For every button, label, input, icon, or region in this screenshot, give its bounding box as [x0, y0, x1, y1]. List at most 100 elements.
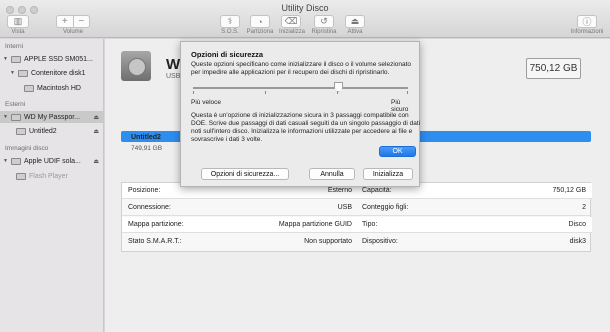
- remove-volume-button[interactable]: −: [72, 16, 90, 27]
- sidebar-item-label: Apple UDIF sola...: [24, 157, 81, 165]
- info-value: Mappa partizione GUID: [278, 221, 352, 228]
- option-description: Questa è un'opzione di inizializzazione …: [191, 112, 421, 143]
- container-icon: [18, 69, 28, 77]
- slider-tick: [337, 91, 338, 94]
- restore-icon: ↺: [320, 16, 328, 26]
- volume-icon: [16, 172, 26, 180]
- sidebar-item-label: APPLE SSD SM051...: [24, 55, 93, 63]
- info-label: Posizione:: [128, 187, 161, 194]
- info-button[interactable]: ⓘ: [577, 15, 597, 28]
- info-value: disk3: [569, 238, 586, 245]
- slider-tick: [193, 91, 194, 94]
- sidebar-item-container[interactable]: ▼ Contenitore disk1: [0, 67, 103, 79]
- info-label: Informazioni: [570, 29, 604, 35]
- first-aid-button[interactable]: ⚕: [220, 15, 240, 28]
- sidebar-header-internal: Interni: [5, 43, 24, 50]
- erase-button[interactable]: ⌫: [281, 15, 301, 28]
- dialog-title: Opzioni di sicurezza: [191, 50, 264, 59]
- sidebar-item-label: Contenitore disk1: [31, 69, 86, 77]
- info-value: Disco: [568, 221, 586, 228]
- volume-icon: [16, 127, 26, 135]
- sidebar-icon: ▥: [13, 16, 23, 26]
- erase-label: Inizializza: [278, 29, 305, 35]
- disclosure-triangle-icon[interactable]: ▼: [3, 56, 9, 62]
- erase-confirm-button[interactable]: Inizializza: [363, 168, 413, 180]
- info-label: Dispositivo:: [362, 238, 398, 245]
- security-slider-knob[interactable]: [334, 82, 343, 92]
- stethoscope-icon: ⚕: [227, 16, 233, 26]
- sidebar: Interni ▼ APPLE SSD SM051... ▼ Contenito…: [0, 39, 104, 332]
- partition-icon: ◔: [257, 16, 263, 27]
- sidebar-item-apple-ssd[interactable]: ▼ APPLE SSD SM051...: [0, 53, 103, 65]
- dialog-message: Queste opzioni specificano come iniziali…: [191, 61, 412, 76]
- ok-button[interactable]: OK: [379, 146, 416, 157]
- disclosure-triangle-icon[interactable]: ▼: [3, 114, 9, 120]
- partition-label: Partiziona: [246, 29, 274, 35]
- eject-icon[interactable]: ⏏: [93, 114, 99, 121]
- sidebar-header-external: Esterni: [5, 101, 26, 108]
- restore-button[interactable]: ↺: [314, 15, 334, 28]
- partition-button[interactable]: ◔: [250, 15, 270, 28]
- mount-label: Attiva: [347, 29, 363, 35]
- table-row: Mappa partizione: Mappa partizione GUID …: [122, 217, 592, 233]
- sidebar-item-wd-passport[interactable]: ▼ WD My Passpor... ⏏: [0, 111, 103, 123]
- sidebar-item-flash-player[interactable]: Flash Player: [0, 170, 103, 182]
- view-button[interactable]: ▥: [7, 15, 29, 28]
- security-options-sheet: Opzioni di sicurezza Queste opzioni spec…: [180, 41, 420, 187]
- info-label: Stato S.M.A.R.T.:: [128, 238, 182, 245]
- partition-size: 749,91 GB: [131, 145, 163, 152]
- partition-color-swatch: [121, 135, 126, 140]
- security-slider-track[interactable]: [193, 87, 408, 89]
- disclosure-triangle-icon[interactable]: ▼: [3, 158, 9, 164]
- sidebar-item-macintosh-hd[interactable]: Macintosh HD: [0, 82, 103, 94]
- disk-subtitle: USB: [166, 73, 181, 80]
- info-value: USB: [337, 204, 352, 211]
- mount-button[interactable]: ⏏: [345, 15, 365, 28]
- sidebar-item-udif-image[interactable]: ▼ Apple UDIF sola... ⏏: [0, 155, 103, 167]
- eject-icon[interactable]: ⏏: [93, 158, 99, 165]
- table-row: Connessione: USB Conteggio figli: 2: [122, 200, 592, 216]
- add-volume-button[interactable]: +: [57, 16, 73, 27]
- volume-icon: [24, 84, 34, 92]
- disclosure-triangle-icon[interactable]: ▼: [10, 70, 16, 76]
- info-label: Tipo:: [362, 221, 378, 228]
- security-options-button[interactable]: Opzioni di sicurezza...: [201, 168, 289, 180]
- table-row: Stato S.M.A.R.T.: Non supportato Disposi…: [122, 234, 592, 250]
- info-label: Capacità:: [362, 187, 392, 194]
- partition-name: Untitled2: [131, 134, 161, 141]
- slider-tick: [265, 91, 266, 94]
- sidebar-header-images: Immagini disco: [5, 145, 49, 152]
- info-label: Mappa partizione:: [128, 221, 184, 228]
- eject-icon[interactable]: ⏏: [93, 128, 99, 135]
- cancel-button[interactable]: Annulla: [309, 168, 355, 180]
- sidebar-item-label: Untitled2: [29, 127, 57, 135]
- disk-image-icon: [11, 157, 21, 165]
- disk-title: W: [166, 56, 181, 73]
- volume-label: Volume: [62, 29, 83, 35]
- info-value: Esterno: [327, 187, 352, 194]
- info-icon: ⓘ: [582, 17, 592, 27]
- info-table: Posizione: Esterno Capacità: 750,12 GB C…: [121, 182, 592, 252]
- sidebar-item-label: Macintosh HD: [37, 84, 81, 92]
- info-value: Non supportato: [304, 238, 352, 245]
- volume-segmented-control: + −: [56, 15, 90, 28]
- info-label: Connessione:: [128, 204, 171, 211]
- mount-icon: ⏏: [350, 16, 360, 26]
- restore-label: Ripristina: [311, 29, 337, 35]
- slider-max-label: Più sicuro: [391, 99, 409, 113]
- sidebar-item-untitled2[interactable]: Untitled2 ⏏: [0, 125, 103, 137]
- info-value: 750,12 GB: [552, 187, 586, 194]
- info-label: Conteggio figli:: [362, 204, 409, 211]
- hard-drive-icon: [121, 51, 151, 81]
- external-drive-icon: [11, 113, 21, 121]
- capacity-badge: 750,12 GB: [526, 58, 581, 79]
- window-title: Utility Disco: [281, 3, 329, 13]
- slider-min-label: Più veloce: [191, 99, 221, 106]
- sidebar-item-label: WD My Passpor...: [24, 113, 81, 121]
- info-value: 2: [582, 204, 586, 211]
- sidebar-item-label: Flash Player: [29, 172, 68, 180]
- erase-icon: ⌫: [284, 16, 298, 26]
- drive-icon: [11, 55, 21, 63]
- view-label: Vista: [11, 29, 25, 35]
- slider-tick: [407, 91, 408, 94]
